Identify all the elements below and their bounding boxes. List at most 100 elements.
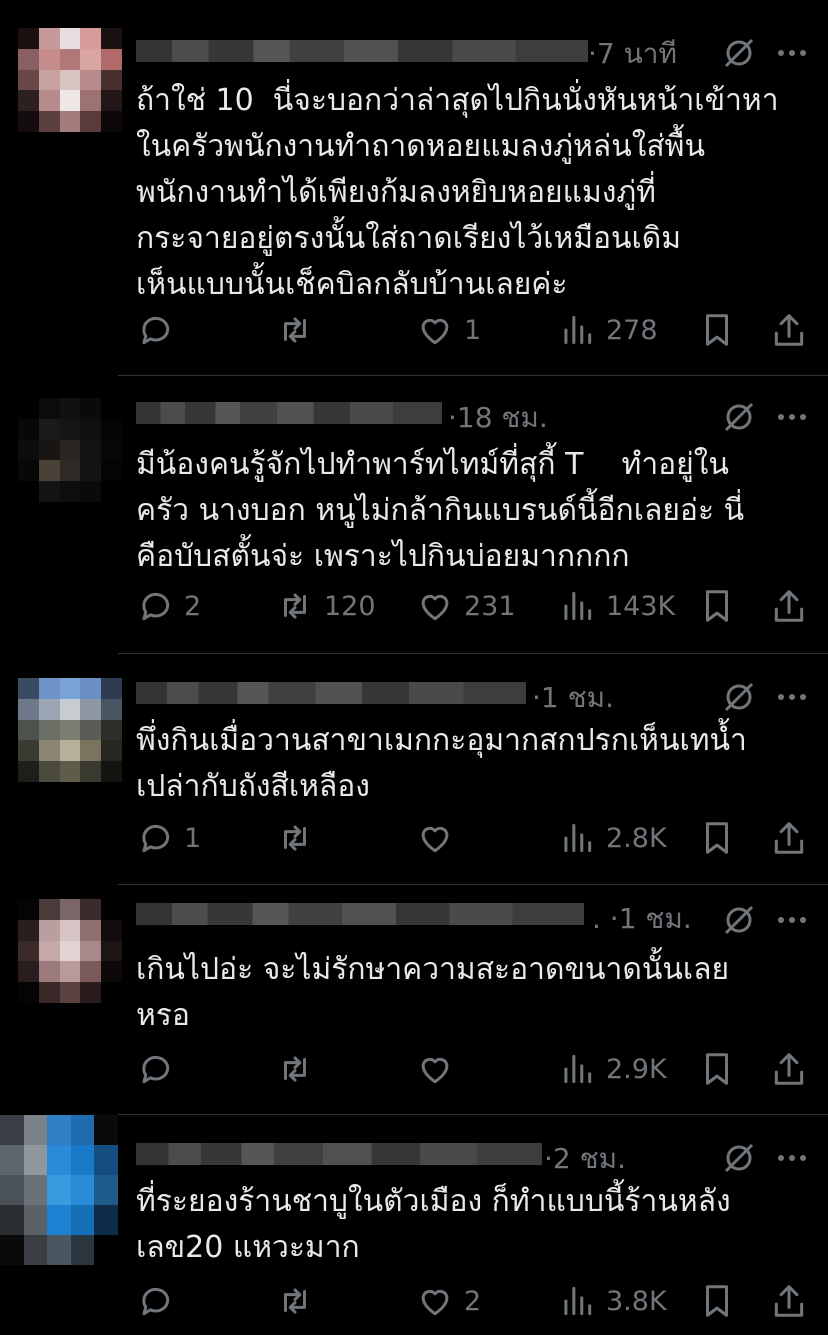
post-actions: 2.9K (136, 1047, 820, 1091)
bookmark-button[interactable] (698, 584, 736, 628)
repost-icon (283, 825, 307, 851)
repost-button[interactable] (276, 1279, 324, 1323)
like-count: 1 (464, 314, 482, 346)
grok-icon[interactable] (722, 903, 756, 937)
grok-icon[interactable] (722, 680, 756, 714)
grok-icon[interactable] (722, 1141, 756, 1175)
post-actions: 2 120 231 143K (136, 584, 820, 628)
reply-icon (142, 316, 170, 345)
more-icon[interactable] (774, 680, 810, 714)
author-name-blurred[interactable] (136, 402, 442, 424)
bookmark-button[interactable] (698, 1279, 736, 1323)
bookmark-icon (705, 314, 729, 346)
views-button[interactable]: 2.8K (558, 816, 667, 860)
bookmark-icon (705, 590, 729, 622)
grok-icon[interactable] (722, 36, 756, 70)
post-time[interactable]: ·2 ชม. (544, 1137, 626, 1181)
reply-button[interactable] (136, 308, 184, 352)
like-button[interactable]: 2 (416, 1279, 481, 1323)
post-time[interactable]: ·1 ชม. (532, 676, 614, 720)
bookmark-button[interactable] (698, 1047, 736, 1091)
like-count: 2 (464, 1285, 482, 1317)
post-text: ถ้าใช่ 10 นี่จะบอกว่าล่าสุดไปกินนั่งหันห… (136, 83, 779, 302)
views-button[interactable]: 143K (558, 584, 675, 628)
share-icon (774, 314, 804, 346)
views-count: 2.8K (606, 822, 667, 854)
repost-button[interactable] (276, 816, 324, 860)
post-time[interactable]: ·18 ชม. (448, 396, 548, 440)
post-actions: 1 278 (136, 308, 820, 352)
reply-button[interactable]: 1 (136, 816, 201, 860)
bookmark-button[interactable] (698, 816, 736, 860)
share-button[interactable] (770, 1047, 808, 1091)
post-4[interactable]: . ·1 ชม. เกินไปอ่ะ จะไม่รักษาความสะอาดขน… (0, 885, 828, 1114)
views-button[interactable]: 2.9K (558, 1047, 667, 1091)
post-text: ที่ระยองร้านชาบูในตัวเมือง ก็ทำแบบนี้ร้า… (136, 1184, 731, 1265)
views-icon (564, 1054, 592, 1084)
views-button[interactable]: 3.8K (558, 1279, 667, 1323)
avatar[interactable] (18, 398, 122, 502)
like-button[interactable]: 1 (416, 308, 481, 352)
author-name-blurred[interactable] (136, 40, 588, 62)
share-button[interactable] (770, 816, 808, 860)
post-5[interactable]: ·2 ชม. ที่ระยองร้านชาบูในตัวเมือง ก็ทำแบ… (0, 1115, 828, 1335)
share-button[interactable] (770, 1279, 808, 1323)
share-button[interactable] (770, 584, 808, 628)
like-button[interactable]: 231 (416, 584, 516, 628)
bookmark-icon (705, 1053, 729, 1085)
more-icon[interactable] (774, 400, 810, 434)
author-name-blurred[interactable] (136, 1143, 542, 1165)
bookmark-button[interactable] (698, 308, 736, 352)
like-icon (421, 318, 449, 345)
repost-button[interactable] (276, 1047, 324, 1091)
repost-count: 120 (324, 590, 376, 622)
reply-icon (142, 824, 170, 853)
share-icon (774, 590, 804, 622)
share-button[interactable] (770, 308, 808, 352)
bookmark-icon (705, 822, 729, 854)
views-icon (564, 823, 592, 853)
more-icon[interactable] (774, 36, 810, 70)
share-icon (774, 822, 804, 854)
repost-icon (283, 1288, 307, 1314)
author-name-blurred[interactable] (136, 903, 584, 925)
post-2[interactable]: ·18 ชม. มีน้องคนรู้จักไปทำพาร์ทไทม์ที่สุ… (0, 376, 828, 653)
more-icon[interactable] (774, 903, 810, 937)
avatar[interactable] (18, 899, 122, 1003)
post-actions: 2 3.8K (136, 1279, 820, 1323)
reply-count: 2 (184, 590, 202, 622)
like-icon (421, 1289, 449, 1316)
repost-button[interactable]: 120 (276, 584, 376, 628)
views-icon (564, 315, 592, 345)
grok-icon[interactable] (722, 400, 756, 434)
avatar[interactable] (18, 28, 122, 132)
author-name-blurred[interactable] (136, 682, 526, 704)
reply-icon (142, 592, 170, 621)
post-time[interactable]: ·7 นาที (588, 32, 677, 76)
views-icon (564, 1286, 592, 1316)
post-time[interactable]: . ·1 ชม. (592, 897, 692, 941)
repost-button[interactable] (276, 308, 324, 352)
reply-button[interactable] (136, 1279, 184, 1323)
post-3[interactable]: ·1 ชม. พึ่งกินเมื่อวานสาขาเมกกะอุมากสกปร… (0, 654, 828, 884)
views-count: 143K (606, 590, 676, 622)
post-text: พึ่งกินเมื่อวานสาขาเมกกะอุมากสกปรกเห็นเท… (136, 723, 747, 804)
like-icon (421, 594, 449, 621)
like-icon (421, 826, 449, 853)
avatar[interactable] (0, 1115, 118, 1265)
reply-button[interactable] (136, 1047, 184, 1091)
views-button[interactable]: 278 (558, 308, 658, 352)
views-count: 3.8K (606, 1285, 667, 1317)
post-1[interactable]: ·7 นาที ถ้าใช่ 10 นี่จะบอกว่าล่าสุดไปกิน… (0, 0, 828, 375)
post-text: เกินไปอ่ะ จะไม่รักษาความสะอาดขนาดนั้นเลย… (136, 952, 730, 1033)
reply-icon (142, 1055, 170, 1084)
like-count: 231 (464, 590, 516, 622)
like-button[interactable] (416, 1047, 464, 1091)
like-button[interactable] (416, 816, 464, 860)
repost-icon (283, 593, 307, 619)
post-text: มีน้องคนรู้จักไปทำพาร์ทไทม์ที่สุกี้ T ทำ… (136, 447, 745, 574)
reply-button[interactable]: 2 (136, 584, 201, 628)
reply-count: 1 (184, 822, 202, 854)
more-icon[interactable] (774, 1141, 810, 1175)
avatar[interactable] (18, 678, 122, 782)
